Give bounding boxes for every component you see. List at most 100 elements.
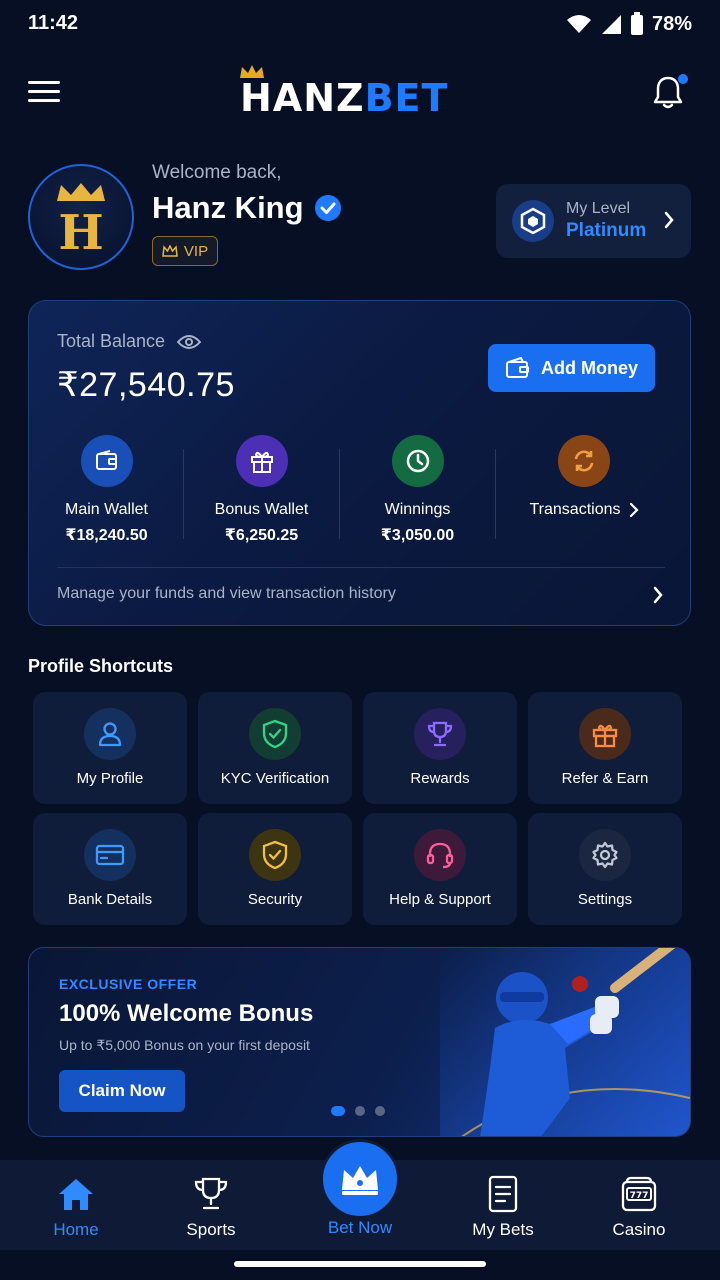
shortcut-my-profile[interactable]: My Profile xyxy=(33,692,187,804)
shield-check-icon xyxy=(249,708,301,760)
chevron-right-icon xyxy=(664,211,674,229)
offer-subtitle: Up to ₹5,000 Bonus on your first deposit xyxy=(59,1037,310,1053)
wallet-name: Transactions xyxy=(529,501,621,518)
divider xyxy=(495,449,496,539)
svg-text:777: 777 xyxy=(630,1191,649,1201)
balance-card: Total Balance ₹27,540.75 Add Money Main … xyxy=(28,300,691,626)
battery-icon xyxy=(630,12,643,35)
shortcut-label: Security xyxy=(247,891,303,908)
carousel-dots xyxy=(331,1106,385,1116)
eye-icon[interactable] xyxy=(177,334,202,350)
wallet-summary: Main Wallet ₹18,240.50 Bonus Wallet ₹6,2… xyxy=(29,435,690,555)
battery-percent: 78% xyxy=(651,12,692,35)
signal-icon xyxy=(601,15,621,34)
nav-sports[interactable]: Sports xyxy=(151,1160,271,1250)
shortcut-label: My Profile xyxy=(76,770,144,787)
menu-icon[interactable] xyxy=(28,78,62,106)
nav-label: My Bets xyxy=(472,1220,534,1239)
divider xyxy=(57,567,665,568)
home-indicator[interactable] xyxy=(234,1261,486,1267)
avatar-letter: H xyxy=(58,205,103,253)
shortcut-label: Bank Details xyxy=(67,891,153,908)
shortcut-label: Help & Support xyxy=(389,891,491,908)
nav-label: Sports xyxy=(186,1220,236,1239)
app-logo: HANZBET xyxy=(240,64,447,120)
shortcut-rewards[interactable]: Rewards xyxy=(363,692,517,804)
headset-icon xyxy=(414,829,466,881)
shortcut-label: Settings xyxy=(577,891,633,908)
nav-my-bets[interactable]: My Bets xyxy=(443,1160,563,1250)
offer-banner[interactable]: EXCLUSIVE OFFER 100% Welcome Bonus Up to… xyxy=(28,947,691,1137)
transactions[interactable]: Transactions xyxy=(504,435,664,519)
section-title: Profile Shortcuts xyxy=(28,656,174,676)
chevron-right-icon[interactable] xyxy=(652,585,664,605)
wallet-name: Winnings xyxy=(384,501,451,518)
bonus-wallet[interactable]: Bonus Wallet ₹6,250.25 xyxy=(184,435,339,545)
level-hexagon-icon xyxy=(512,200,554,242)
clock-icon xyxy=(391,435,444,487)
shortcut-label: Rewards xyxy=(410,770,470,787)
gift-icon xyxy=(235,435,288,487)
slot-machine-icon: 777 xyxy=(619,1174,659,1214)
username-row: Hanz King xyxy=(152,190,342,226)
trophy-icon xyxy=(414,708,466,760)
add-money-label: Add Money xyxy=(541,357,638,378)
wallet-value: ₹3,050.00 xyxy=(380,527,455,544)
avatar[interactable]: H xyxy=(28,164,134,270)
shortcut-refer-earn[interactable]: Refer & Earn xyxy=(528,692,682,804)
verified-badge-icon xyxy=(314,195,341,221)
wallet-value: ₹6,250.25 xyxy=(224,527,299,544)
shortcut-kyc-verification[interactable]: KYC Verification xyxy=(198,692,352,804)
chevron-right-icon xyxy=(629,502,639,518)
notification-dot xyxy=(678,74,688,84)
bet-now-button[interactable] xyxy=(320,1139,400,1219)
nav-home[interactable]: Home xyxy=(16,1160,136,1250)
claim-now-button[interactable]: Claim Now xyxy=(59,1070,185,1112)
nav-label: Casino xyxy=(612,1220,666,1239)
my-level-card[interactable]: My Level Platinum xyxy=(496,184,691,258)
notification-bell-icon[interactable] xyxy=(652,74,688,112)
level-value: Platinum xyxy=(566,220,647,241)
add-money-button[interactable]: Add Money xyxy=(488,344,655,392)
vip-badge: VIP xyxy=(152,236,218,266)
welcome-text: Welcome back, xyxy=(152,162,282,183)
user-icon xyxy=(84,708,136,760)
gift-icon xyxy=(579,708,631,760)
level-label: My Level xyxy=(566,200,631,217)
shortcut-label: KYC Verification xyxy=(220,770,330,787)
carousel-dot[interactable] xyxy=(331,1106,345,1116)
wallet-value: ₹18,240.50 xyxy=(65,527,148,544)
trophy-icon xyxy=(192,1174,230,1214)
logo-bet: BET xyxy=(364,76,449,120)
main-wallet[interactable]: Main Wallet ₹18,240.50 xyxy=(29,435,184,545)
shortcut-help-support[interactable]: Help & Support xyxy=(363,813,517,925)
total-balance-label-row: Total Balance xyxy=(57,331,202,352)
gear-icon xyxy=(579,829,631,881)
nav-casino[interactable]: 777 Casino xyxy=(579,1160,699,1250)
offer-tag: EXCLUSIVE OFFER xyxy=(59,976,198,992)
wallet-name: Main Wallet xyxy=(65,501,148,518)
document-icon xyxy=(486,1174,520,1214)
wallet-icon xyxy=(80,435,133,487)
home-icon xyxy=(57,1174,95,1214)
status-time: 11:42 xyxy=(28,12,79,34)
balance-footer-text[interactable]: Manage your funds and view transaction h… xyxy=(57,585,396,603)
cricket-player-illustration xyxy=(440,948,690,1136)
wallet-icon xyxy=(506,356,529,378)
username: Hanz King xyxy=(152,190,304,225)
status-icons: 78% xyxy=(566,12,692,36)
transactions-label-row: Transactions xyxy=(504,501,664,519)
winnings[interactable]: Winnings ₹3,050.00 xyxy=(340,435,495,545)
wallet-name: Bonus Wallet xyxy=(214,501,309,518)
nav-label: Home xyxy=(53,1220,99,1239)
total-balance-label: Total Balance xyxy=(57,331,166,351)
shortcut-security[interactable]: Security xyxy=(198,813,352,925)
shortcut-bank-details[interactable]: Bank Details xyxy=(33,813,187,925)
crown-icon xyxy=(162,245,178,257)
carousel-dot[interactable] xyxy=(375,1106,385,1116)
shield-icon xyxy=(249,829,301,881)
logo-hanz: HANZ xyxy=(240,76,365,120)
total-balance-amount: ₹27,540.75 xyxy=(57,366,235,404)
shortcut-settings[interactable]: Settings xyxy=(528,813,682,925)
carousel-dot[interactable] xyxy=(355,1106,365,1116)
